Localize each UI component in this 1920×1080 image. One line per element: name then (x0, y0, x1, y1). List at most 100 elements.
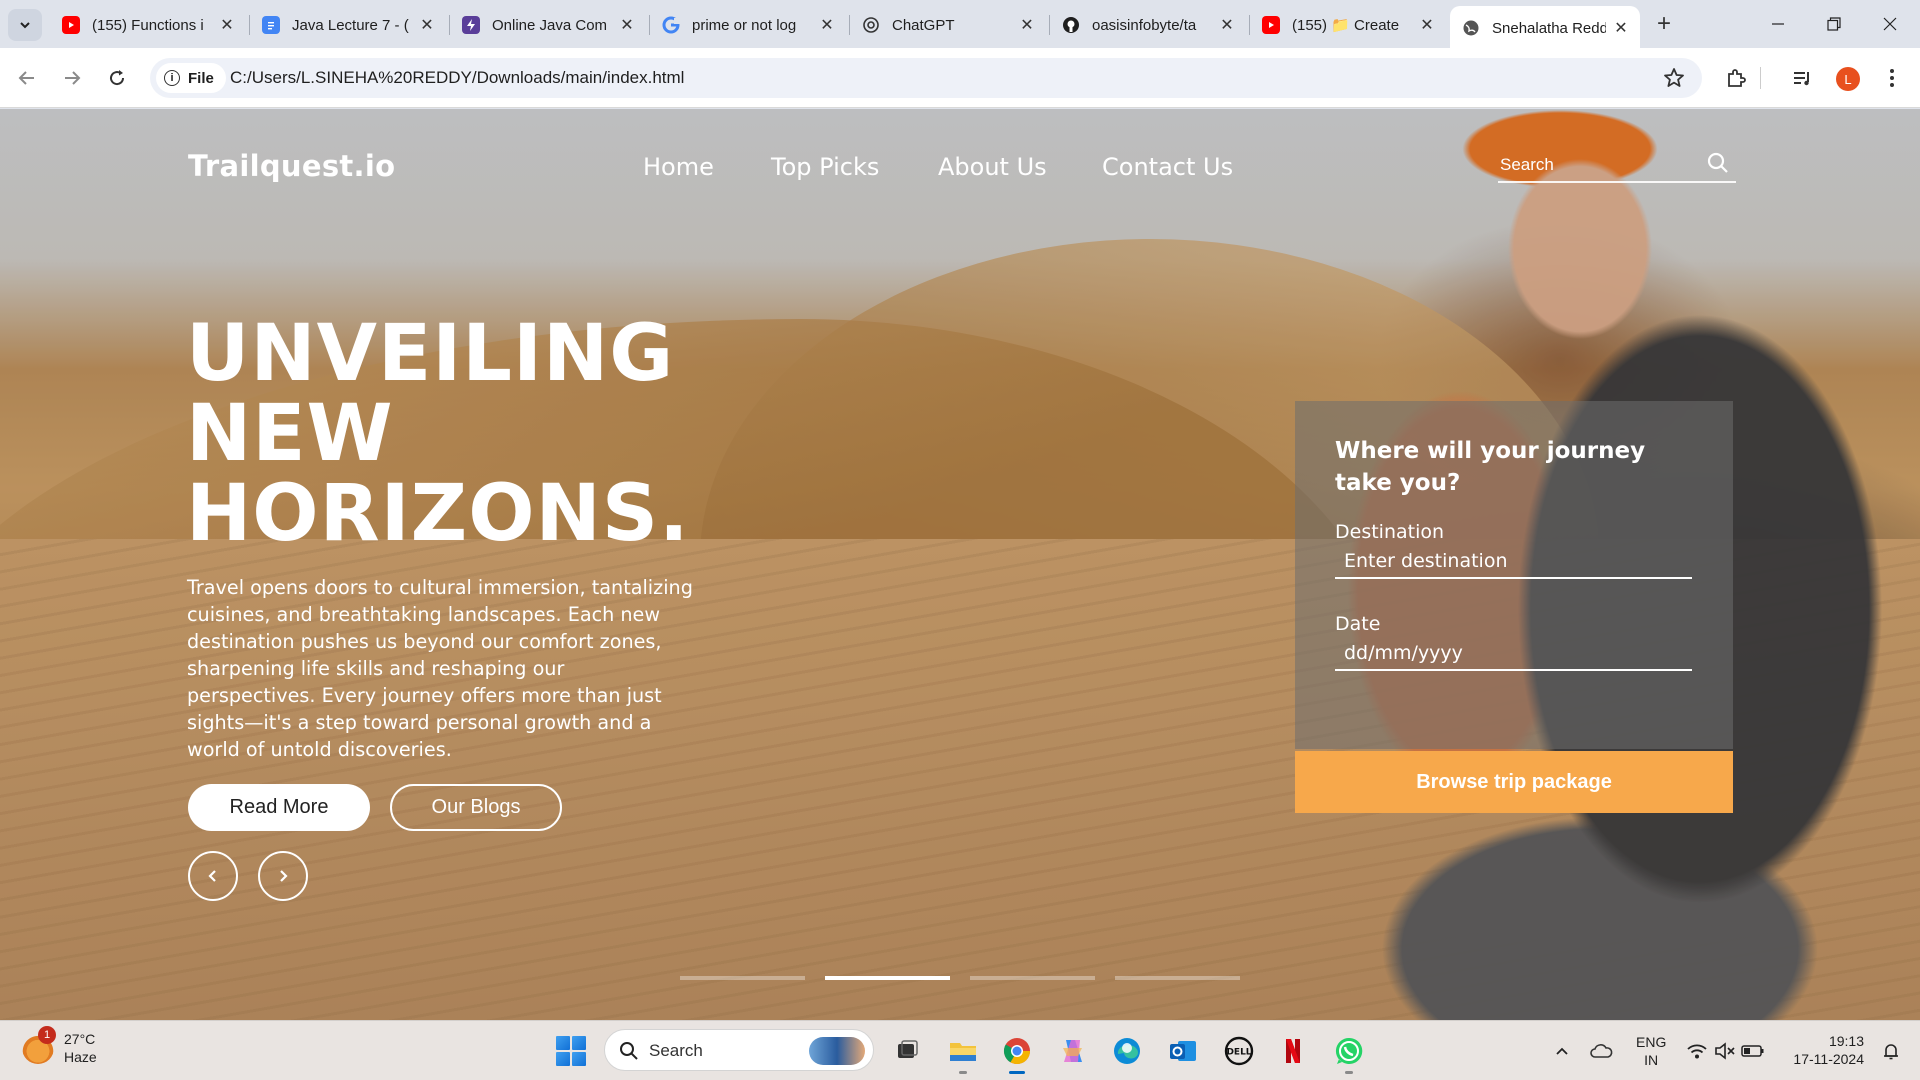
tab-title: Java Lecture 7 - ( (292, 16, 409, 34)
url-text[interactable]: C:/Users/L.SINEHA%20REDDY/Downloads/main… (230, 68, 684, 88)
windows-taskbar: 1 27°C Haze Search DELL ENG IN 19:13 17-… (0, 1020, 1920, 1080)
close-icon[interactable]: ✕ (1018, 16, 1036, 34)
dell-icon[interactable]: DELL (1220, 1032, 1258, 1070)
tab-java-lecture[interactable]: Java Lecture 7 - ( ✕ (250, 8, 446, 42)
clock[interactable]: 19:13 17-11-2024 (1784, 1032, 1864, 1068)
chevron-up-icon[interactable] (1543, 1032, 1581, 1070)
nav-top-picks[interactable]: Top Picks (771, 153, 879, 181)
tab-create[interactable]: (155) 📁 Create ✕ (1250, 8, 1446, 42)
weather-text: 27°C Haze (64, 1030, 97, 1066)
close-icon[interactable]: ✕ (818, 16, 836, 34)
notifications-bell-icon[interactable] (1872, 1032, 1910, 1070)
tab-functions[interactable]: (155) Functions i ✕ (50, 8, 246, 42)
svg-text:DELL: DELL (1226, 1048, 1251, 1058)
tab-search-button[interactable] (8, 9, 42, 41)
tab-snehalatha[interactable]: Snehalatha Redd ✕ (1450, 6, 1640, 50)
close-icon[interactable]: ✕ (618, 16, 636, 34)
notification-badge: 1 (38, 1026, 56, 1044)
edge-icon[interactable] (1108, 1032, 1146, 1070)
search-icon[interactable] (1706, 151, 1730, 175)
github-icon (1062, 16, 1080, 34)
tab-title: (155) 📁 Create (1292, 17, 1400, 34)
search-input[interactable] (1500, 153, 1700, 177)
battery-icon[interactable] (1734, 1032, 1772, 1070)
onedrive-icon[interactable] (1582, 1032, 1620, 1070)
tab-github[interactable]: oasisinfobyte/ta ✕ (1050, 8, 1246, 42)
slider-prev-button[interactable] (188, 851, 238, 901)
site-logo[interactable]: Trailquest.io (188, 149, 395, 183)
date-input[interactable] (1344, 639, 1674, 667)
menu-button[interactable] (1878, 64, 1906, 92)
file-explorer-icon[interactable] (944, 1032, 982, 1074)
close-icon[interactable]: ✕ (1218, 16, 1236, 34)
close-icon[interactable]: ✕ (1418, 16, 1436, 34)
minimize-button[interactable] (1750, 0, 1806, 48)
close-window-button[interactable] (1862, 0, 1918, 48)
profile-avatar[interactable]: L (1836, 67, 1860, 91)
nav-about-us[interactable]: About Us (938, 153, 1047, 181)
chrome-icon[interactable] (998, 1032, 1036, 1074)
nav-contact-us[interactable]: Contact Us (1102, 153, 1233, 181)
tab-online-java[interactable]: Online Java Com ✕ (450, 8, 646, 42)
slide-indicator[interactable] (680, 976, 805, 980)
reload-button[interactable] (100, 61, 134, 95)
browser-toolbar: i File C:/Users/L.SINEHA%20REDDY/Downloa… (0, 48, 1920, 108)
restore-button[interactable] (1806, 0, 1862, 48)
close-icon[interactable]: ✕ (218, 16, 236, 34)
tab-title: Online Java Com (492, 16, 608, 34)
extensions-button[interactable] (1722, 64, 1750, 92)
clock-date: 17-11-2024 (1793, 1051, 1864, 1067)
language-code: ENG (1636, 1034, 1667, 1050)
date-label: Date (1335, 613, 1381, 635)
slide-indicator[interactable] (970, 976, 1095, 980)
reload-icon (110, 70, 125, 86)
bolt-icon (462, 16, 480, 34)
nav-home[interactable]: Home (643, 153, 714, 181)
close-icon[interactable]: ✕ (1612, 19, 1630, 37)
clock-time: 19:13 (1828, 1033, 1864, 1049)
read-more-button[interactable]: Read More (188, 784, 370, 831)
site-info-chip[interactable]: i File (156, 63, 226, 93)
new-tab-button[interactable]: + (1650, 10, 1678, 38)
netflix-icon[interactable] (1274, 1032, 1312, 1070)
tab-prime[interactable]: prime or not log ✕ (650, 8, 846, 42)
close-icon[interactable]: ✕ (418, 16, 436, 34)
windows-start-icon[interactable] (556, 1036, 586, 1066)
weather-widget[interactable]: 1 27°C Haze (22, 1026, 97, 1066)
slider-next-button[interactable] (258, 851, 308, 901)
date-field (1335, 635, 1692, 671)
our-blogs-button[interactable]: Our Blogs (390, 784, 562, 831)
destination-input[interactable] (1344, 547, 1674, 575)
slide-indicator[interactable] (1115, 976, 1240, 980)
language-indicator[interactable]: ENG IN (1636, 1033, 1666, 1069)
back-button[interactable] (10, 61, 44, 95)
slide-indicator-active[interactable] (825, 976, 950, 980)
whatsapp-icon[interactable] (1330, 1032, 1368, 1074)
search-icon (620, 1042, 638, 1060)
puzzle-icon (1728, 69, 1746, 87)
forward-button[interactable] (55, 61, 89, 95)
taskbar-search[interactable]: Search (604, 1029, 874, 1071)
outlook-icon[interactable] (1164, 1032, 1202, 1070)
task-view-icon[interactable] (888, 1032, 926, 1070)
chevron-left-icon (208, 870, 216, 882)
address-bar[interactable]: i File C:/Users/L.SINEHA%20REDDY/Downloa… (150, 58, 1702, 98)
hero-title-line: HORIZONS. (186, 469, 690, 559)
browse-trip-button[interactable]: Browse trip package (1295, 751, 1733, 813)
hero-title-line: UNVEILING (186, 309, 675, 399)
bookmark-star-icon[interactable] (1662, 66, 1686, 90)
tab-title: (155) Functions i (92, 16, 204, 34)
copilot-icon[interactable] (1054, 1032, 1092, 1070)
youtube-icon (1262, 16, 1280, 34)
media-control-button[interactable] (1788, 64, 1816, 92)
destination-field (1335, 543, 1692, 579)
forward-arrow-icon (65, 71, 81, 85)
chevron-right-icon (280, 870, 288, 882)
tab-title: oasisinfobyte/ta (1092, 16, 1197, 34)
weather-haze-icon: 1 (22, 1026, 56, 1064)
site-chip-label: File (188, 69, 214, 87)
restore-icon (1827, 17, 1841, 31)
tab-title: prime or not log (692, 16, 797, 34)
tab-chatgpt[interactable]: ChatGPT ✕ (850, 8, 1046, 42)
playlist-icon (1794, 72, 1809, 86)
